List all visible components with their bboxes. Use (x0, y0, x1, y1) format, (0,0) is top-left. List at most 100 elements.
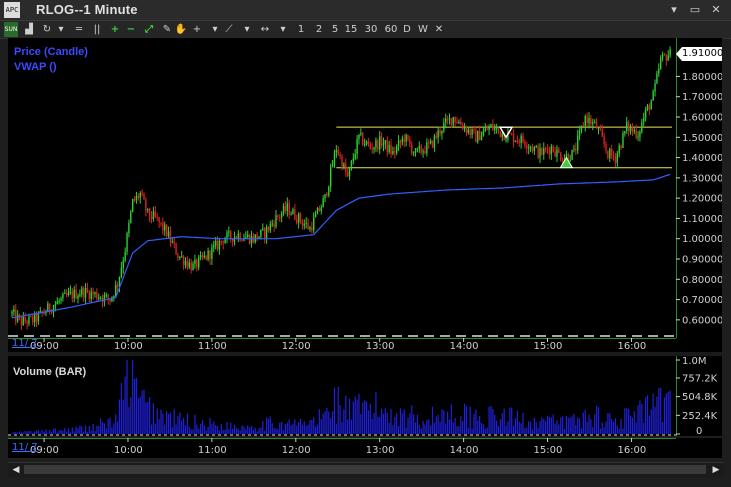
candle-body (54, 304, 57, 307)
toolbar-tf-30[interactable]: 30 (364, 22, 378, 37)
candle-body (422, 151, 424, 153)
fit-icon[interactable]: ⤢ (142, 22, 156, 37)
crosshair-icon[interactable]: + (190, 22, 204, 37)
price-chart[interactable] (8, 38, 676, 338)
candle-body (122, 260, 124, 268)
price-axis[interactable]: 1.80000 1.70000 1.60000 1.50000 1.40000 1.300… (676, 38, 722, 338)
date-label-volume[interactable]: 11/ 7 (12, 442, 38, 453)
candle-body (537, 146, 539, 158)
time-axis-price: 09:00 10:00 11:00 12:00 13:00 14:00 15:00 16:00… (8, 338, 722, 352)
candle-body (367, 141, 370, 145)
candle-body (646, 105, 649, 110)
price-tick-label: 1.50000 (682, 133, 722, 144)
candle-body (262, 228, 264, 230)
candle-body (616, 153, 619, 163)
scroll-thumb[interactable] (24, 465, 706, 474)
horizontal-arrows-icon[interactable]: ↔ (258, 22, 272, 37)
toolbar-tf-w[interactable]: W (416, 22, 430, 37)
candle-body (488, 127, 490, 131)
plus-icon[interactable]: + (108, 22, 122, 37)
candle-body (282, 206, 285, 214)
candle-body (301, 221, 304, 226)
candle-body (443, 122, 445, 131)
volume-pane[interactable]: Volume (BAR) (8, 356, 676, 436)
time-ticks-volume: 09:00 10:00 11:00 12:00 13:00 14:00 15:00 16:00 (8, 438, 676, 456)
minus-icon[interactable]: − (124, 22, 138, 37)
candle-body (299, 213, 302, 222)
candle-body (143, 193, 145, 200)
toolbar-tf-15[interactable]: 15 (344, 22, 358, 37)
candle-body (184, 261, 187, 266)
candle-body (497, 128, 500, 131)
chevron-down-icon[interactable]: ▾ (240, 22, 254, 37)
candle-body (454, 117, 456, 122)
candle-body (167, 231, 170, 237)
volume-tick-label: 1.0M (682, 356, 707, 367)
date-label[interactable]: 11/ 7 (12, 338, 38, 349)
candle-body (49, 303, 51, 311)
chevron-down-icon[interactable]: ▾ (54, 22, 68, 37)
candle-body (511, 133, 513, 135)
scroll-left-icon[interactable]: ◀ (10, 464, 22, 476)
candle-body (328, 186, 330, 196)
refresh-icon[interactable]: ↻ (40, 22, 54, 37)
candle-body (607, 150, 609, 159)
volume-tick-label: 252.4K (682, 411, 718, 422)
candle-body (626, 122, 628, 131)
toolbar-tf-1[interactable]: 1 (294, 22, 308, 37)
candle-body (426, 142, 428, 154)
horizontal-scrollbar[interactable]: ◀ ▶ (8, 462, 724, 477)
maximize-icon[interactable]: ▭ (688, 3, 702, 17)
candle-body (478, 130, 481, 141)
time-tick-label: 13:00 (366, 341, 395, 352)
candle-body (32, 316, 34, 323)
candle-body (428, 142, 430, 144)
price-pane[interactable]: Price (Candle) VWAP () (8, 38, 676, 338)
candle-body (62, 293, 64, 299)
candle-body (220, 240, 223, 242)
candle-body (171, 241, 173, 243)
hand-icon[interactable]: ✋ (174, 22, 188, 37)
candle-body (98, 297, 100, 299)
close-icon[interactable]: ✕ (432, 22, 446, 37)
line-tool-icon[interactable]: ⟋ (222, 22, 236, 37)
dropdown-icon[interactable]: ▾ (667, 3, 681, 17)
candle-body (363, 144, 366, 146)
candle-body (150, 216, 153, 219)
chevron-down-icon[interactable]: ▾ (276, 22, 290, 37)
toolbar-tf-2[interactable]: 2 (312, 22, 326, 37)
candle-body (113, 296, 115, 298)
candle-body (663, 54, 666, 56)
lines-icon[interactable]: ═ (72, 22, 86, 37)
close-icon[interactable]: ✕ (709, 3, 723, 17)
candle-body (590, 117, 592, 125)
title-bar: APC RLOG--1 Minute ▾ ▭ ✕ (0, 0, 731, 21)
sun-icon[interactable]: SUN (4, 22, 18, 37)
bar-chart-icon[interactable]: ▟ (22, 22, 36, 37)
candle-body (235, 236, 238, 239)
candle-body (484, 128, 487, 132)
candle-body (269, 223, 272, 231)
candle-body (199, 255, 202, 258)
toolbar-tf-60[interactable]: 60 (384, 22, 398, 37)
candle-body (411, 144, 413, 154)
candle-body (560, 152, 562, 161)
candle-body (656, 73, 658, 84)
candle-body (458, 121, 460, 124)
vwap-line (11, 173, 671, 319)
toolbar-tf-d[interactable]: D (400, 22, 414, 37)
volume-chart[interactable] (8, 356, 676, 436)
candle-body (482, 131, 485, 136)
columns-icon[interactable]: || (90, 22, 104, 37)
scroll-right-icon[interactable]: ▶ (710, 464, 722, 476)
candle-body (414, 148, 417, 153)
pencil-icon[interactable]: ✎ (160, 22, 174, 37)
toolbar-tf-5[interactable]: 5 (328, 22, 342, 37)
time-ticks-price: 09:00 10:00 11:00 12:00 13:00 14:00 15:00 16:00 (8, 338, 676, 352)
volume-axis[interactable]: 1.0M 757.2K 504.8K 252.4K 0 (676, 356, 722, 436)
candle-body (131, 198, 134, 212)
candle-body (337, 149, 339, 155)
chevron-down-icon[interactable]: ▾ (208, 22, 222, 37)
candle-body (126, 233, 128, 252)
candle-body (348, 167, 351, 177)
